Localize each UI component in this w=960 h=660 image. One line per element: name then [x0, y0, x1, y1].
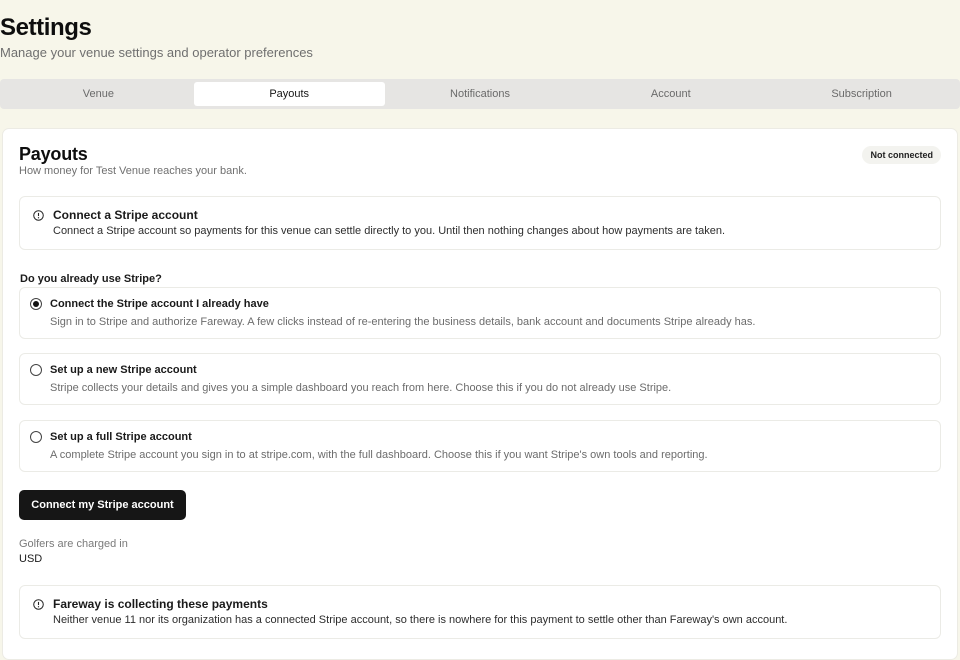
page-title: Settings — [0, 14, 92, 41]
connect-notice: Connect a Stripe account Connect a Strip… — [19, 196, 941, 250]
connect-notice-title: Connect a Stripe account — [53, 208, 198, 222]
settings-page: Settings Manage your venue settings and … — [0, 0, 960, 660]
tab-account[interactable]: Account — [575, 82, 766, 106]
connect-notice-text: Connect a Stripe account so payments for… — [53, 225, 726, 237]
connect-stripe-button[interactable]: Connect my Stripe account — [19, 490, 186, 520]
collecting-notice-text: Neither venue 11 nor its organization ha… — [53, 614, 788, 626]
page-subtitle: Manage your venue settings and operator … — [0, 45, 313, 60]
payouts-subtitle: How money for Test Venue reaches your ba… — [19, 165, 247, 177]
radio-connect-existing[interactable] — [30, 298, 42, 310]
radio-full-account[interactable] — [30, 431, 42, 443]
option-description: A complete Stripe account you sign in to… — [50, 449, 708, 461]
option-title: Connect the Stripe account I already hav… — [50, 298, 269, 310]
payouts-card: Payouts How money for Test Venue reaches… — [2, 128, 958, 660]
option-description: Sign in to Stripe and authorize Fareway.… — [50, 316, 756, 328]
currency-value: USD — [19, 553, 43, 565]
radio-new-account[interactable] — [30, 364, 42, 376]
tab-venue[interactable]: Venue — [3, 82, 194, 106]
tab-notifications[interactable]: Notifications — [385, 82, 576, 106]
option-title: Set up a full Stripe account — [50, 431, 192, 443]
option-new-account[interactable]: Set up a new Stripe account Stripe colle… — [19, 353, 941, 405]
option-connect-existing[interactable]: Connect the Stripe account I already hav… — [19, 287, 941, 339]
tab-subscription[interactable]: Subscription — [766, 82, 957, 106]
status-badge: Not connected — [862, 146, 941, 164]
option-title: Set up a new Stripe account — [50, 364, 197, 376]
stripe-question: Do you already use Stripe? — [20, 273, 162, 285]
info-icon — [33, 599, 44, 610]
collecting-notice-title: Fareway is collecting these payments — [53, 597, 268, 611]
collecting-notice: Fareway is collecting these payments Nei… — [19, 585, 941, 639]
tab-payouts[interactable]: Payouts — [193, 82, 385, 106]
info-icon — [33, 210, 44, 221]
option-description: Stripe collects your details and gives y… — [50, 382, 672, 394]
option-full-account[interactable]: Set up a full Stripe account A complete … — [19, 420, 941, 472]
settings-tabs: Venue Payouts Notifications Account Subs… — [0, 79, 960, 109]
payouts-title: Payouts — [19, 144, 88, 164]
currency-label: Golfers are charged in — [19, 538, 128, 550]
